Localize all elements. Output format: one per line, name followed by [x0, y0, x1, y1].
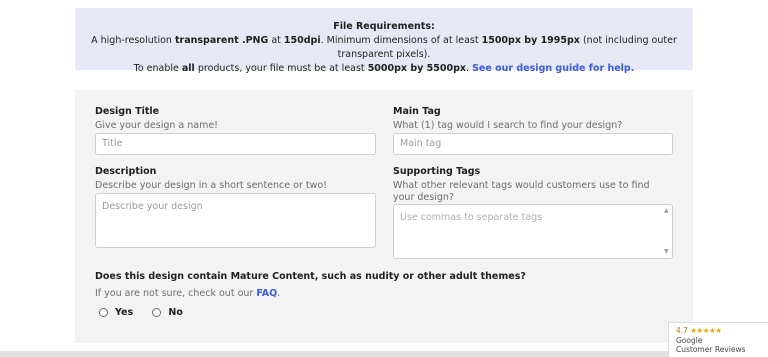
main-tag-field: Main Tag What (1) tag would I search to … — [393, 106, 622, 132]
req-all: all — [181, 63, 195, 74]
mature-content-question: Does this design contain Mature Content,… — [95, 271, 526, 300]
supporting-tags-textarea[interactable]: Use commas to separate tags ▲ ▼ — [393, 204, 673, 259]
reviews-rating-row: 4.7 ★★★★★ — [676, 326, 768, 336]
mature-no-radio[interactable]: No — [152, 307, 183, 318]
requirements-line-2: To enable all products, your file must b… — [75, 62, 693, 76]
supporting-tags-label: Supporting Tags — [393, 166, 481, 177]
supporting-tags-field: Supporting Tags What other relevant tags… — [393, 166, 663, 204]
design-guide-link[interactable]: See our design guide for help. — [472, 63, 634, 74]
design-title-field: Design Title Give your design a name! — [95, 106, 218, 132]
req-text: A high-resolution — [91, 35, 175, 46]
star-rating-icon: ★★★★★ — [690, 326, 722, 335]
supporting-tags-hint: What other relevant tags would customers… — [393, 180, 650, 203]
mature-question-text: Does this design contain Mature Content,… — [95, 271, 526, 282]
design-title-hint: Give your design a name! — [95, 120, 218, 131]
faq-link[interactable]: FAQ — [256, 288, 277, 299]
radio-circle-icon[interactable] — [99, 308, 108, 317]
req-text: at — [268, 35, 284, 46]
design-title-input[interactable]: Title — [95, 133, 376, 155]
req-format: transparent .PNG — [174, 35, 269, 46]
req-text: To enable — [133, 63, 182, 74]
mature-no-label: No — [168, 307, 183, 318]
design-details-form: Design Title Give your design a name! Ti… — [75, 90, 693, 343]
design-title-label: Design Title — [95, 106, 160, 117]
mature-radio-group: Yes No — [99, 307, 199, 320]
req-min-dimensions: 1500px by 1995px — [481, 35, 580, 46]
description-field: Description Describe your design in a sh… — [95, 166, 327, 192]
description-textarea[interactable]: Describe your design — [95, 193, 376, 248]
description-hint: Describe your design in a short sentence… — [95, 180, 327, 191]
reviews-source: Google — [676, 335, 703, 345]
textarea-scrollbar[interactable]: ▲ ▼ — [663, 206, 671, 257]
mature-yes-radio[interactable]: Yes — [99, 307, 133, 318]
mature-hint: If you are not sure, check out our FAQ. — [95, 288, 526, 300]
req-dpi: 150dpi — [283, 35, 321, 46]
supporting-tags-placeholder: Use commas to separate tags — [400, 212, 543, 223]
mature-hint-end: . — [277, 288, 281, 299]
req-text: . Minimum dimensions of at least — [320, 35, 482, 46]
page-bottom-strip — [0, 351, 768, 357]
req-full-dimensions: 5000px by 5500px — [367, 63, 467, 74]
file-requirements-banner: File Requirements: A high-resolution tra… — [75, 8, 693, 74]
reviews-rating: 4.7 — [676, 326, 688, 335]
reviews-caption: Customer Reviews — [676, 345, 746, 354]
description-label: Description — [95, 166, 157, 177]
mature-hint-text: If you are not sure, check out our — [95, 288, 257, 299]
main-tag-input[interactable]: Main tag — [393, 133, 673, 155]
mature-yes-label: Yes — [115, 307, 134, 318]
radio-circle-icon[interactable] — [152, 308, 162, 317]
scroll-down-arrow-icon[interactable]: ▼ — [664, 249, 669, 255]
main-tag-label: Main Tag — [393, 106, 441, 117]
req-text: products, your file must be at least — [194, 63, 368, 74]
main-tag-hint: What (1) tag would I search to find your… — [393, 120, 623, 131]
scroll-up-arrow-icon[interactable]: ▲ — [664, 208, 669, 214]
google-reviews-badge[interactable]: 4.7 ★★★★★ Google Customer Reviews — [668, 322, 768, 357]
requirements-line-1: A high-resolution transparent .PNG at 15… — [75, 34, 693, 62]
requirements-title: File Requirements: — [333, 21, 435, 32]
